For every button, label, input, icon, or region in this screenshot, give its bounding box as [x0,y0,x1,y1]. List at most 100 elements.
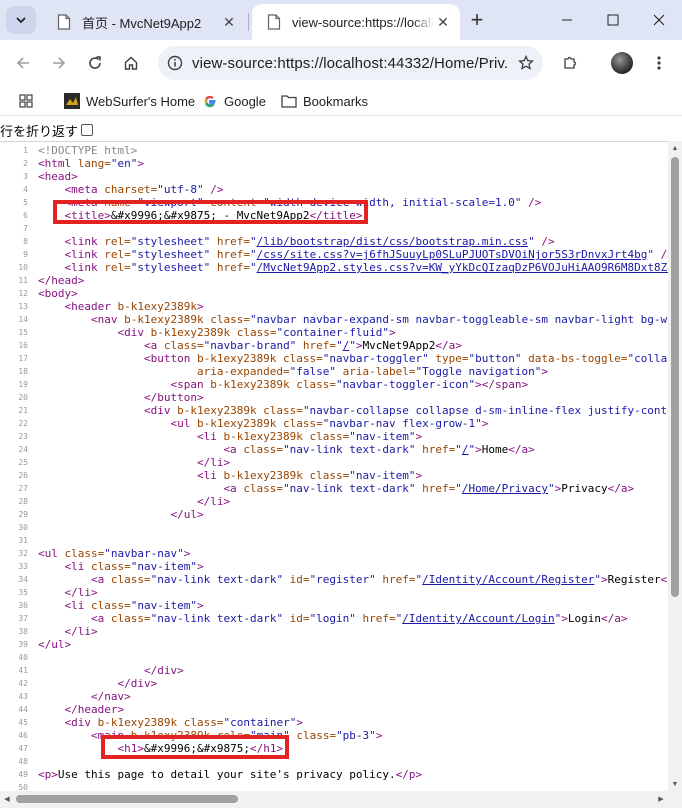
code-token: " [349,339,356,352]
site-info-icon[interactable] [158,46,192,80]
code-token: <a [90,573,111,586]
code-token: class= [110,612,151,625]
vertical-scrollbar[interactable]: ▲ ▼ [668,141,682,791]
source-link[interactable]: /Home/Privacy [462,482,548,495]
apps-grid-icon [18,93,34,109]
code-token: <div [117,326,151,339]
tab-view-source[interactable]: view-source:https://localhost ✕ [252,4,460,40]
line-number: 9 [23,250,28,259]
code-token: > [561,612,568,625]
code-token: b-k1exy2389k class= [223,469,350,482]
line-code: </li> [38,625,98,638]
code-token: <div [143,404,178,417]
reload-button[interactable] [80,48,110,78]
code-token: <li [196,469,224,482]
scroll-right-icon[interactable]: ▶ [654,792,668,806]
line-code: </li> [38,495,230,508]
bookmark-label: Google [224,93,266,109]
forward-arrow-icon [53,57,66,69]
extensions-button[interactable] [555,48,585,78]
bookmark-star-icon[interactable] [509,46,543,80]
vertical-scroll-thumb[interactable] [671,157,679,597]
code-token: "navbar-nav" [104,547,184,560]
source-link[interactable]: /Identity/Account/Login [402,612,554,625]
code-token: " [647,248,654,261]
home-button[interactable] [116,48,146,78]
menu-button[interactable] [644,48,674,78]
line-wrap-checkbox[interactable] [81,124,94,136]
horizontal-scrollbar[interactable]: ◀ ▶ [0,791,668,808]
bookmark-google[interactable]: Google [202,90,266,112]
code-token: b-k1exy2389k class= [196,417,323,430]
scroll-left-icon[interactable]: ◀ [0,792,14,806]
toolbar: view-source:https://localhost:44332/Home… [0,40,682,86]
code-token: "collaps [627,352,668,365]
close-icon[interactable]: ✕ [220,13,238,31]
code-token: "nav-link text-dark" [150,573,284,586]
back-button[interactable] [8,48,38,78]
code-token: <header [64,300,118,313]
address-bar[interactable]: view-source:https://localhost:44332/Home… [158,46,543,80]
code-token: "nav-item" [349,469,416,482]
code-token: <ul [38,547,65,560]
source-link[interactable]: /css/site.css?v=j6fhJSuuyLp0SLuPJUOTsDVO… [257,248,648,261]
source-link[interactable]: /MvcNet9App2.styles.css?v=KW_yYkDcQIzaqD… [257,261,668,274]
line-number: 37 [18,614,28,623]
tab-search-button[interactable] [6,6,36,34]
bookmark-folder[interactable]: Bookmarks [281,90,368,112]
close-window-button[interactable] [636,0,682,40]
profile-avatar[interactable] [611,52,633,74]
line-number: 16 [18,341,28,350]
code-token: "nav-item" [349,430,416,443]
horizontal-scroll-thumb[interactable] [16,795,238,803]
source-link[interactable]: /lib/bootstrap/dist/css/bootstrap.min.cs… [257,235,529,248]
code-token: " [249,235,257,248]
code-token: <html [38,157,78,170]
line-number: 27 [18,484,28,493]
url-text[interactable]: view-source:https://localhost:44332/Home… [192,55,509,72]
line-wrap-toggle[interactable]: 行を折り返す [0,120,94,140]
scroll-up-icon[interactable]: ▲ [668,141,682,155]
line-number: 8 [23,237,28,246]
apps-button[interactable] [18,90,40,112]
scroll-down-icon[interactable]: ▼ [668,777,682,791]
code-token: "register" [309,573,376,586]
line-code: <span b-k1exy2389k class="navbar-toggler… [38,378,528,391]
code-token: > [137,157,144,170]
source-link[interactable]: /Identity/Account/Register [422,573,594,586]
maximize-button[interactable] [590,0,636,40]
code-token: > [196,560,204,573]
minimize-button[interactable] [544,0,590,40]
forward-button[interactable] [44,48,74,78]
bookmark-websurfer[interactable]: WebSurfer's Home [64,90,195,112]
code-token: class= [91,599,131,612]
code-token: "nav-item" [130,560,197,573]
highlight-h1-line [101,735,289,759]
code-token: "navbar-brand" [203,339,297,352]
websurfer-favicon [64,93,80,109]
new-tab-button[interactable]: + [464,6,490,34]
code-token: </div> [143,664,184,677]
tab-title: 首页 - MvcNet9App2 [82,15,202,31]
code-token: <a [90,612,111,625]
line-code: <div b-k1exy2389k class="navbar-collapse… [38,404,668,417]
code-token: "container-fluid" [276,326,390,339]
code-token: <a [223,482,244,495]
close-icon[interactable]: ✕ [434,13,452,31]
code-token: "utf-8" [157,183,204,196]
code-token: ></span> [475,378,529,391]
source-link[interactable]: / [462,443,469,456]
tab-title: view-source:https://localhost [292,14,434,30]
line-number: 12 [18,289,28,298]
line-code: <link rel="stylesheet" href="/lib/bootst… [38,235,555,248]
tab-home[interactable]: 首页 - MvcNet9App2 ✕ [42,4,246,40]
code-token: <ul [170,417,197,430]
line-code: <li b-k1exy2389k class="nav-item"> [38,430,422,443]
